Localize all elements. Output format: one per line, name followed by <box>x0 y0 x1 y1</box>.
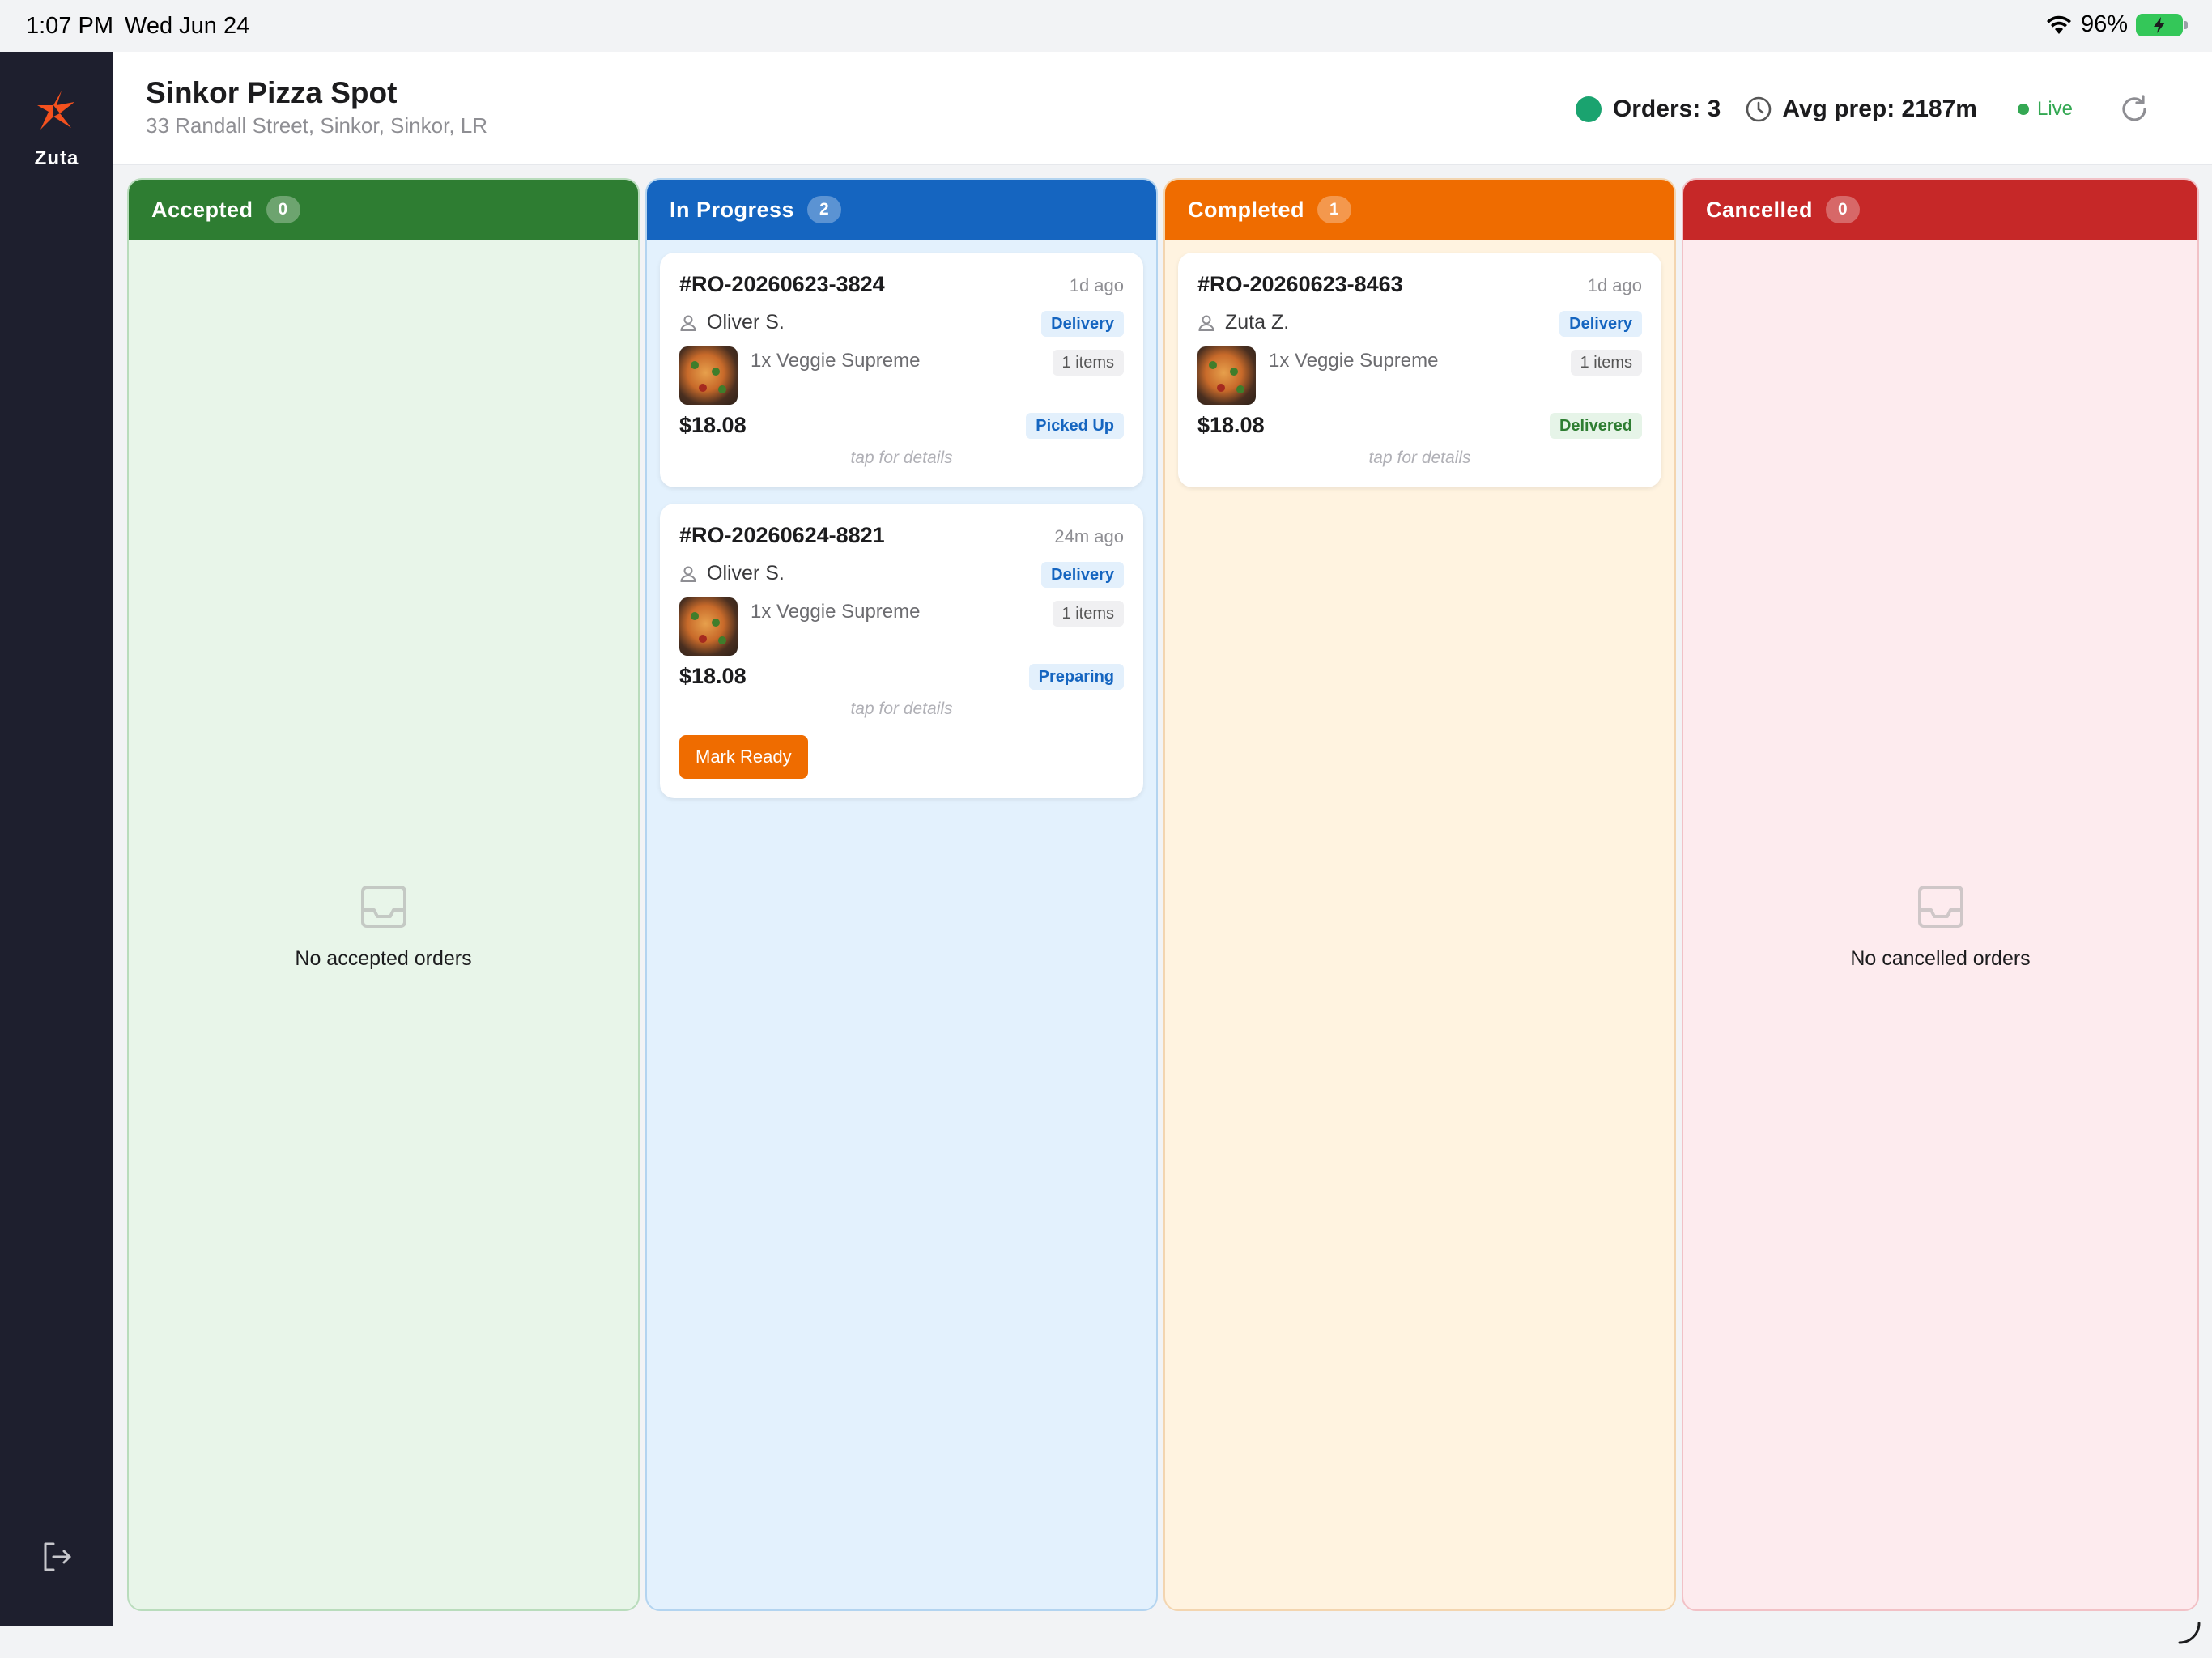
column-header-cancelled: Cancelled 0 <box>1683 180 2197 240</box>
column-count: 0 <box>266 196 300 223</box>
logout-icon[interactable] <box>39 1539 74 1579</box>
order-id: #RO-20260624-8821 <box>679 523 885 547</box>
sidebar: Zuta <box>0 52 113 1626</box>
column-count: 1 <box>1317 196 1352 223</box>
refresh-icon[interactable] <box>2118 93 2150 125</box>
order-status-badge: Delivered <box>1549 413 1642 439</box>
order-type-badge: Delivery <box>1559 311 1642 337</box>
order-price: $18.08 <box>679 664 747 688</box>
column-header-in-progress: In Progress 2 <box>647 180 1156 240</box>
tap-for-details: tap for details <box>850 449 953 467</box>
avg-prep: Avg prep: 2187m <box>1745 96 1977 123</box>
order-item: 1x Veggie Supreme <box>1269 350 1439 372</box>
order-time-ago: 1d ago <box>1587 275 1642 295</box>
column-count: 2 <box>807 196 842 223</box>
order-time-ago: 24m ago <box>1054 526 1124 546</box>
pizza-thumbnail <box>679 346 738 405</box>
orders-status-dot <box>1575 96 1602 122</box>
column-title: Completed <box>1188 197 1305 222</box>
header-stats: Orders: 3 Avg prep: 2187m Live <box>1575 91 2150 128</box>
avg-prep-text: Avg prep: 2187m <box>1782 96 1977 122</box>
order-card[interactable]: #RO-20260623-8463 1d ago Zuta Z. Deliver… <box>1178 253 1661 487</box>
inbox-icon <box>1917 886 1963 928</box>
battery-percent: 96% <box>2080 11 2128 37</box>
store-name: Sinkor Pizza Spot <box>146 76 398 109</box>
column-title: In Progress <box>670 197 795 222</box>
items-count-badge: 1 items <box>1052 350 1124 376</box>
order-price: $18.08 <box>1197 413 1265 437</box>
corner-swipe-icon <box>2176 1620 2202 1650</box>
orders-count: Orders: 3 <box>1612 96 1721 122</box>
user-icon <box>680 566 696 582</box>
order-type-badge: Delivery <box>1041 562 1124 588</box>
brand-name: Zuta <box>34 147 79 169</box>
wifi-icon <box>2045 15 2073 36</box>
column-header-accepted: Accepted 0 <box>129 180 638 240</box>
order-item: 1x Veggie Supreme <box>751 601 921 623</box>
items-count-badge: 1 items <box>1570 350 1642 376</box>
empty-text: No accepted orders <box>295 947 472 970</box>
live-indicator: Live <box>2017 98 2073 121</box>
order-status-badge: Preparing <box>1028 664 1124 690</box>
pizza-thumbnail <box>679 597 738 656</box>
live-text: Live <box>2036 98 2073 120</box>
order-card[interactable]: #RO-20260623-3824 1d ago Oliver S. Deliv… <box>660 253 1143 487</box>
customer-name: Zuta Z. <box>1225 311 1290 334</box>
column-completed: Completed 1 #RO-20260623-8463 1d ago Zut… <box>1163 178 1676 1611</box>
empty-state: No cancelled orders <box>1683 884 2197 971</box>
live-dot <box>2017 104 2029 115</box>
customer-name: Oliver S. <box>707 311 785 334</box>
battery-icon <box>2136 13 2188 36</box>
status-bar: 1:07 PM Wed Jun 24 96% <box>0 0 2212 52</box>
column-count: 0 <box>1826 196 1861 223</box>
pizza-thumbnail <box>1197 346 1256 405</box>
order-id: #RO-20260623-3824 <box>679 272 885 296</box>
empty-text: No cancelled orders <box>1850 947 2031 970</box>
order-time-ago: 1d ago <box>1069 275 1124 295</box>
column-title: Accepted <box>151 197 253 222</box>
customer: Oliver S. <box>679 311 785 334</box>
order-price: $18.08 <box>679 413 747 437</box>
column-header-completed: Completed 1 <box>1165 180 1674 240</box>
header: Sinkor Pizza Spot 33 Randall Street, Sin… <box>113 52 2212 165</box>
tap-for-details: tap for details <box>850 699 953 718</box>
empty-state: No accepted orders <box>129 884 638 971</box>
store-address: 33 Randall Street, Sinkor, Sinkor, LR <box>146 113 488 138</box>
status-right: 96% <box>2045 11 2188 38</box>
customer-name: Oliver S. <box>707 562 785 585</box>
order-card[interactable]: #RO-20260624-8821 24m ago Oliver S. Deli… <box>660 504 1143 798</box>
order-status-badge: Picked Up <box>1026 413 1124 439</box>
order-item: 1x Veggie Supreme <box>751 350 921 372</box>
status-date: Wed Jun 24 <box>125 13 250 39</box>
column-title: Cancelled <box>1706 197 1814 222</box>
clock-icon <box>1746 96 1772 122</box>
inbox-icon <box>360 886 406 928</box>
column-accepted: Accepted 0 No accepted orders <box>127 178 640 1611</box>
user-icon <box>1198 315 1214 331</box>
mark-ready-button[interactable]: Mark Ready <box>679 735 808 779</box>
column-in-progress: In Progress 2 #RO-20260623-3824 1d ago O… <box>645 178 1158 1611</box>
user-icon <box>680 315 696 331</box>
column-cancelled: Cancelled 0 No cancelled orders <box>1682 178 2199 1611</box>
order-id: #RO-20260623-8463 <box>1197 272 1403 296</box>
customer: Oliver S. <box>679 562 785 585</box>
items-count-badge: 1 items <box>1052 601 1124 627</box>
order-type-badge: Delivery <box>1041 311 1124 337</box>
tap-for-details: tap for details <box>1368 449 1471 467</box>
customer: Zuta Z. <box>1197 311 1289 334</box>
status-time: 1:07 PM <box>26 13 113 39</box>
zuta-logo-icon[interactable] <box>32 86 81 138</box>
